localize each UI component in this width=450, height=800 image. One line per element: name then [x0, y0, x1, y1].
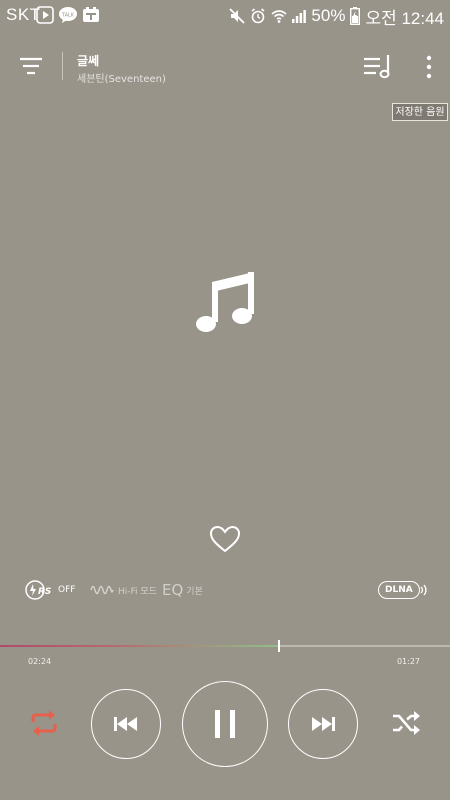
rs-toggle[interactable]: RS OFF — [24, 579, 75, 601]
song-title: 글쎄 — [77, 54, 100, 68]
alarm-icon — [251, 8, 265, 24]
progress-thumb[interactable] — [278, 640, 280, 652]
waveform-icon — [90, 585, 114, 595]
eq-toggle[interactable]: EQ 기본 — [162, 579, 203, 601]
next-icon — [312, 717, 335, 731]
dlna-label: DLNA — [378, 581, 420, 599]
mute-icon — [229, 8, 246, 24]
rs-icon: RS — [25, 580, 51, 600]
remaining-time: 01:27 — [396, 657, 420, 666]
heart-icon[interactable] — [209, 524, 241, 554]
wifi-icon — [271, 10, 287, 23]
kakao-talk-icon: TALK — [59, 7, 77, 23]
next-button[interactable] — [288, 689, 358, 759]
saved-music-badge[interactable]: 저장한 음원 — [392, 103, 448, 121]
dlna-button[interactable]: DLNA — [378, 579, 428, 601]
pause-icon — [215, 710, 235, 738]
elapsed-time: 02:24 — [28, 657, 52, 666]
music-note-icon — [196, 272, 254, 332]
eq-label: EQ — [162, 581, 184, 599]
repeat-icon[interactable] — [28, 708, 60, 738]
status-time: 오전 12:44 — [365, 8, 444, 28]
eq-preset: 기본 — [186, 586, 203, 597]
hifi-mode-toggle[interactable]: Hi-Fi 모드 — [90, 579, 157, 601]
status-bar: SKT TALK 50% 오전 12:44 — [0, 0, 450, 32]
progress-fill — [0, 645, 279, 647]
more-vert-icon[interactable] — [418, 53, 440, 81]
shuffle-icon[interactable] — [391, 708, 421, 738]
previous-button[interactable] — [91, 689, 161, 759]
previous-icon — [114, 717, 137, 731]
cast-waves-icon — [420, 584, 427, 596]
battery-icon — [350, 7, 361, 25]
signal-icon — [292, 10, 307, 23]
song-artist: 세븐틴(Seventeen) — [77, 74, 166, 85]
svg-text:TALK: TALK — [61, 13, 75, 19]
status-right: 50% 오전 12:44 — [229, 5, 444, 28]
battery-percent: 50% — [311, 6, 346, 25]
menu-filter-icon[interactable] — [18, 53, 44, 79]
app-notification-icon — [83, 7, 99, 22]
play-store-icon — [36, 6, 54, 24]
header-divider — [62, 52, 63, 80]
rs-status: OFF — [58, 585, 76, 595]
svg-text:RS: RS — [38, 587, 51, 597]
pause-button[interactable] — [182, 681, 268, 767]
playlist-icon[interactable] — [362, 53, 396, 81]
hifi-label: Hi-Fi 모드 — [118, 586, 157, 597]
